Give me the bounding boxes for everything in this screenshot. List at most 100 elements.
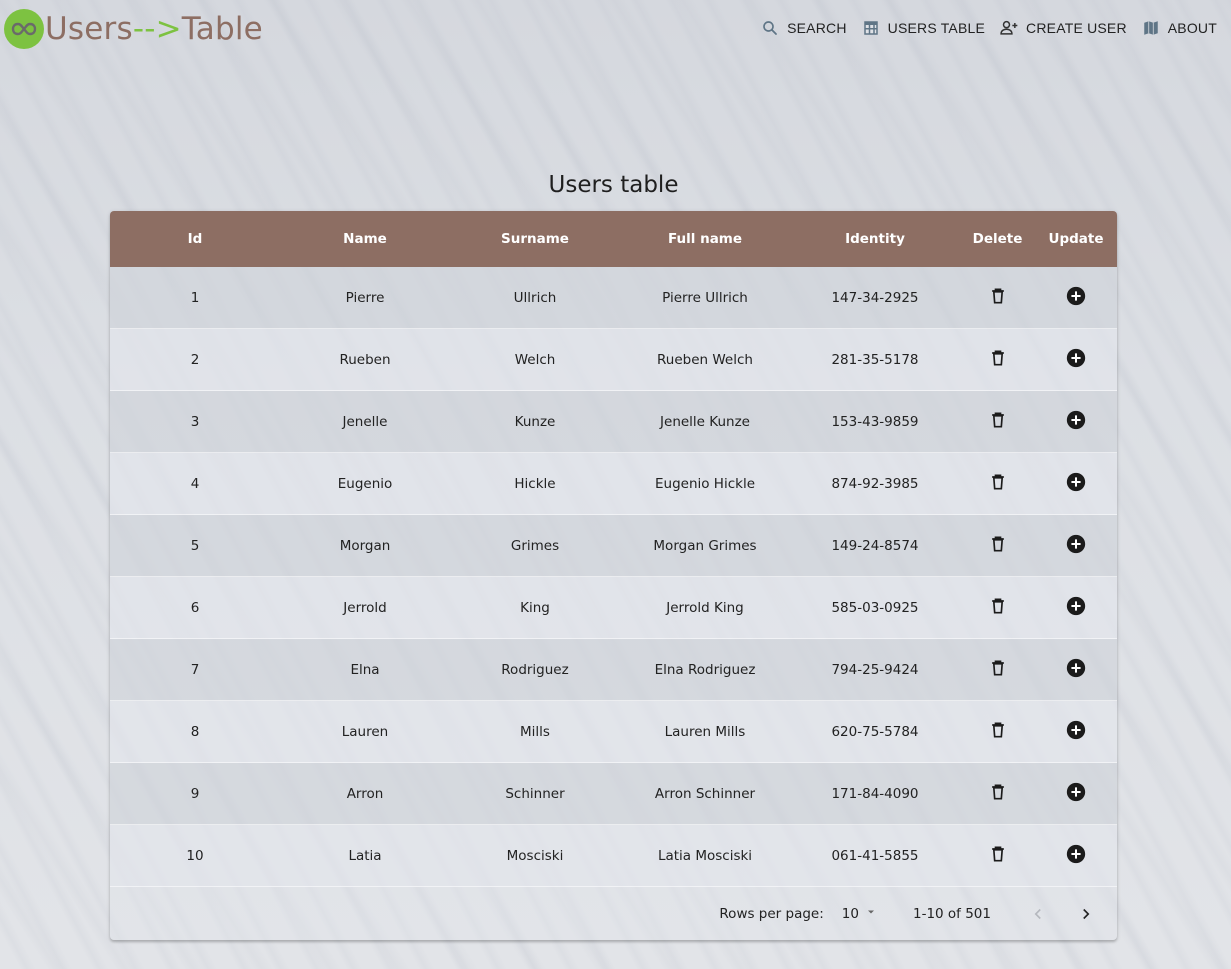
cell-name: Elna bbox=[350, 661, 380, 678]
cell-name: Lauren bbox=[341, 723, 389, 740]
delete-icon[interactable] bbox=[983, 467, 1013, 497]
cell-surname: King bbox=[520, 599, 550, 616]
cell-delete bbox=[960, 471, 1035, 497]
add-circle-icon[interactable] bbox=[1061, 715, 1091, 745]
cell-surname: Ullrich bbox=[513, 289, 557, 306]
column-header-delete: Delete bbox=[972, 231, 1023, 247]
add-circle-icon[interactable] bbox=[1061, 529, 1091, 559]
table-row: 9 Arron Schinner Arron Schinner 171-84-4090 bbox=[110, 763, 1117, 825]
nav-about[interactable]: ABOUT bbox=[1141, 14, 1217, 42]
cell-full-name: Arron Schinner bbox=[654, 785, 756, 802]
delete-icon[interactable] bbox=[983, 591, 1013, 621]
map-icon bbox=[1141, 18, 1161, 38]
table-row: 2 Rueben Welch Rueben Welch 281-35-5178 bbox=[110, 329, 1117, 391]
add-circle-icon[interactable] bbox=[1061, 591, 1091, 621]
cell-identity: 061-41-5855 bbox=[831, 847, 919, 864]
add-circle-icon[interactable] bbox=[1061, 839, 1091, 869]
column-header-surname: Surname bbox=[501, 231, 569, 247]
next-page-button[interactable] bbox=[1069, 897, 1103, 931]
add-circle-icon[interactable] bbox=[1061, 777, 1091, 807]
cell-delete bbox=[960, 533, 1035, 559]
table-row: 4 Eugenio Hickle Eugenio Hickle 874-92-3985 bbox=[110, 453, 1117, 515]
brand-prefix: Users bbox=[45, 11, 133, 47]
cell-full-name: Eugenio Hickle bbox=[654, 475, 756, 492]
cell-delete bbox=[960, 657, 1035, 683]
cell-name: Jenelle bbox=[342, 413, 388, 430]
cell-update bbox=[1035, 657, 1117, 683]
pagination: Rows per page: 10 1-10 of 501 bbox=[110, 888, 1117, 940]
table-row: 7 Elna Rodriguez Elna Rodriguez 794-25-9424 bbox=[110, 639, 1117, 701]
cell-id: 10 bbox=[186, 847, 204, 864]
cell-update bbox=[1035, 471, 1117, 497]
table-row: 10 Latia Mosciski Latia Mosciski 061-41-5855 bbox=[110, 825, 1117, 887]
cell-delete bbox=[960, 781, 1035, 807]
delete-icon[interactable] bbox=[983, 281, 1013, 311]
cell-full-name: Latia Mosciski bbox=[657, 847, 753, 864]
cell-update bbox=[1035, 781, 1117, 807]
cell-identity: 149-24-8574 bbox=[831, 537, 919, 554]
table-row: 8 Lauren Mills Lauren Mills 620-75-5784 bbox=[110, 701, 1117, 763]
cell-update bbox=[1035, 595, 1117, 621]
cell-id: 1 bbox=[190, 289, 200, 306]
cell-identity: 585-03-0925 bbox=[831, 599, 919, 616]
cell-id: 8 bbox=[190, 723, 200, 740]
delete-icon[interactable] bbox=[983, 343, 1013, 373]
add-circle-icon[interactable] bbox=[1061, 281, 1091, 311]
cell-id: 7 bbox=[190, 661, 200, 678]
cell-name: Latia bbox=[348, 847, 382, 864]
cell-identity: 794-25-9424 bbox=[831, 661, 919, 678]
cell-identity: 171-84-4090 bbox=[831, 785, 919, 802]
cell-identity: 620-75-5784 bbox=[831, 723, 919, 740]
table-row: 5 Morgan Grimes Morgan Grimes 149-24-8574 bbox=[110, 515, 1117, 577]
cell-update bbox=[1035, 285, 1117, 311]
cell-update bbox=[1035, 843, 1117, 869]
column-header-update: Update bbox=[1048, 231, 1104, 247]
chevron-right-icon bbox=[1083, 908, 1090, 920]
cell-name: Jerrold bbox=[343, 599, 387, 616]
add-circle-icon[interactable] bbox=[1061, 467, 1091, 497]
table-body: 1 Pierre Ullrich Pierre Ullrich 147-34-2925 2… bbox=[110, 267, 1117, 887]
brand[interactable]: Users-->Table bbox=[4, 8, 263, 50]
table-row: 6 Jerrold King Jerrold King 585-03-0925 bbox=[110, 577, 1117, 639]
rows-per-page-label: Rows per page: bbox=[719, 906, 824, 922]
delete-icon[interactable] bbox=[983, 715, 1013, 745]
nav-users-table-label: USERS TABLE bbox=[887, 20, 986, 36]
nav-about-label: ABOUT bbox=[1167, 20, 1217, 36]
add-circle-icon[interactable] bbox=[1061, 405, 1091, 435]
cell-surname: Hickle bbox=[514, 475, 556, 492]
cell-delete bbox=[960, 843, 1035, 869]
delete-icon[interactable] bbox=[983, 839, 1013, 869]
column-header-identity: Identity bbox=[845, 231, 905, 247]
delete-icon[interactable] bbox=[983, 653, 1013, 683]
add-circle-icon[interactable] bbox=[1061, 653, 1091, 683]
nav-users-table[interactable]: USERS TABLE bbox=[861, 14, 985, 42]
nav-search[interactable]: SEARCH bbox=[760, 14, 847, 42]
nav-create-user[interactable]: CREATE USER bbox=[999, 14, 1127, 42]
column-header-name: Name bbox=[343, 231, 387, 247]
delete-icon[interactable] bbox=[983, 405, 1013, 435]
delete-icon[interactable] bbox=[983, 777, 1013, 807]
app-bar: Users-->Table SEARCH USERS TABLE CREATE … bbox=[0, 0, 1231, 58]
cell-surname: Kunze bbox=[514, 413, 556, 430]
rows-per-page-value: 10 bbox=[841, 906, 859, 922]
brand-suffix: Table bbox=[181, 11, 263, 47]
cell-full-name: Jerrold King bbox=[666, 599, 744, 616]
rows-per-page-select[interactable]: 10 bbox=[842, 906, 877, 922]
cell-surname: Grimes bbox=[510, 537, 560, 554]
cell-surname: Schinner bbox=[505, 785, 565, 802]
table-header: Id Name Surname Full name Identity Delet… bbox=[110, 211, 1117, 267]
cell-update bbox=[1035, 533, 1117, 559]
previous-page-button[interactable] bbox=[1021, 897, 1055, 931]
cell-full-name: Lauren Mills bbox=[664, 723, 746, 740]
cell-delete bbox=[960, 285, 1035, 311]
users-table: Id Name Surname Full name Identity Delet… bbox=[110, 211, 1117, 940]
cell-identity: 153-43-9859 bbox=[831, 413, 919, 430]
delete-icon[interactable] bbox=[983, 529, 1013, 559]
table-icon bbox=[861, 18, 881, 38]
nav-create-user-label: CREATE USER bbox=[1026, 20, 1127, 36]
cell-delete bbox=[960, 719, 1035, 745]
add-circle-icon[interactable] bbox=[1061, 343, 1091, 373]
cell-name: Arron bbox=[346, 785, 384, 802]
cell-update bbox=[1035, 719, 1117, 745]
brand-title: Users-->Table bbox=[45, 11, 263, 47]
